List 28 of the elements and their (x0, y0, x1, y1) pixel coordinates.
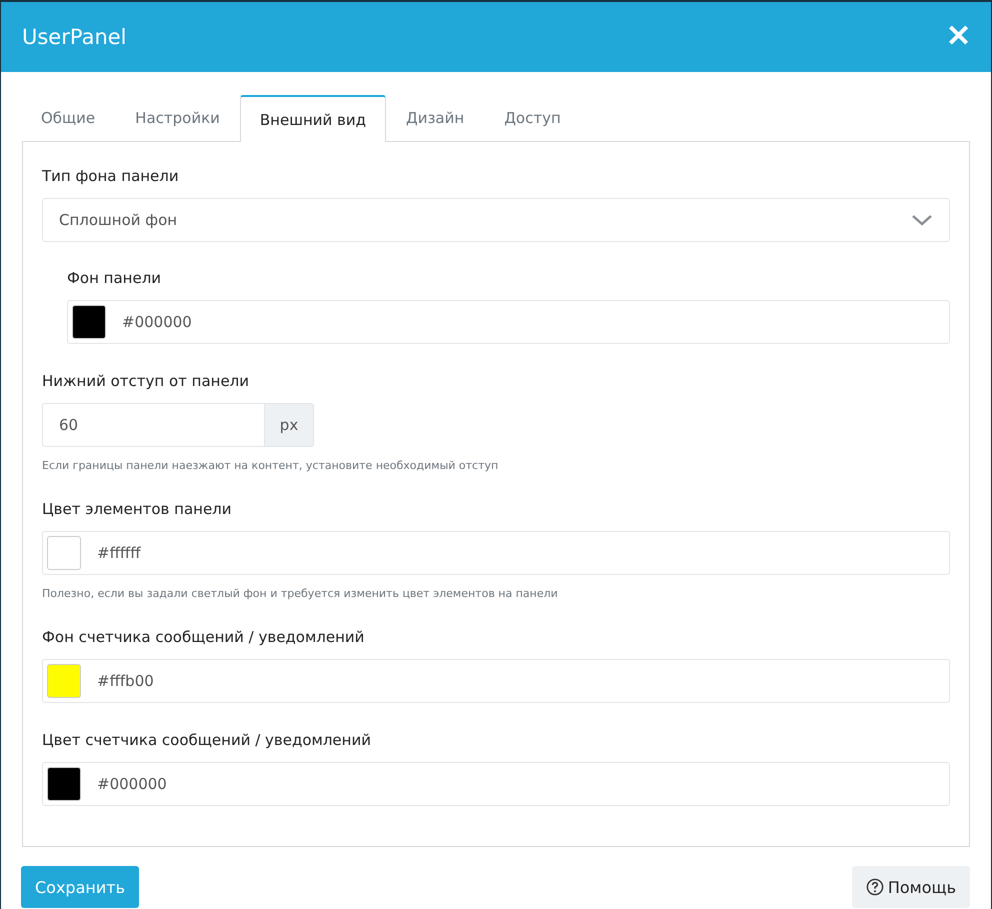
number-input-field[interactable]: 60 (42, 403, 265, 447)
question-icon (866, 878, 884, 896)
help-text: Полезно, если вы задали светлый фон и требуется изменить цвет элементов на панели (42, 587, 559, 600)
color-input-field[interactable]: #ffffff (42, 531, 950, 575)
field-label: Фон панели (67, 268, 162, 288)
field-label: Нижний отступ от панели (42, 371, 250, 391)
tab[interactable]: Дизайн (386, 94, 484, 141)
help-button[interactable]: Помощь (852, 866, 970, 908)
color-swatch[interactable] (47, 767, 81, 801)
color-input-field[interactable]: #000000 (42, 762, 950, 806)
field-label: Цвет элементов панели (42, 499, 233, 519)
color-input-field[interactable]: #000000 (67, 300, 950, 344)
field-label: Тип фона панели (42, 166, 180, 186)
window-title: UserPanel (22, 25, 127, 49)
unit-addon: px (265, 403, 314, 447)
color-swatch[interactable] (72, 305, 106, 339)
color-swatch[interactable] (47, 536, 81, 570)
tab[interactable]: Внешний вид (240, 95, 386, 142)
tab[interactable]: Общие (21, 94, 116, 141)
tab[interactable]: Настройки (115, 94, 240, 141)
color-swatch[interactable] (47, 664, 81, 698)
field-label: Фон счетчика сообщений / уведомлений (42, 627, 366, 647)
select-field[interactable]: Сплошной фон (42, 198, 950, 242)
color-input-field[interactable]: #fffb00 (42, 659, 950, 703)
tab[interactable]: Доступ (484, 94, 581, 141)
help-text: Если границы панели наезжают на контент, установите необходимый отступ (42, 459, 500, 472)
chevron-down-icon (911, 214, 933, 226)
field-label: Цвет счетчика сообщений / уведомлений (42, 730, 372, 750)
